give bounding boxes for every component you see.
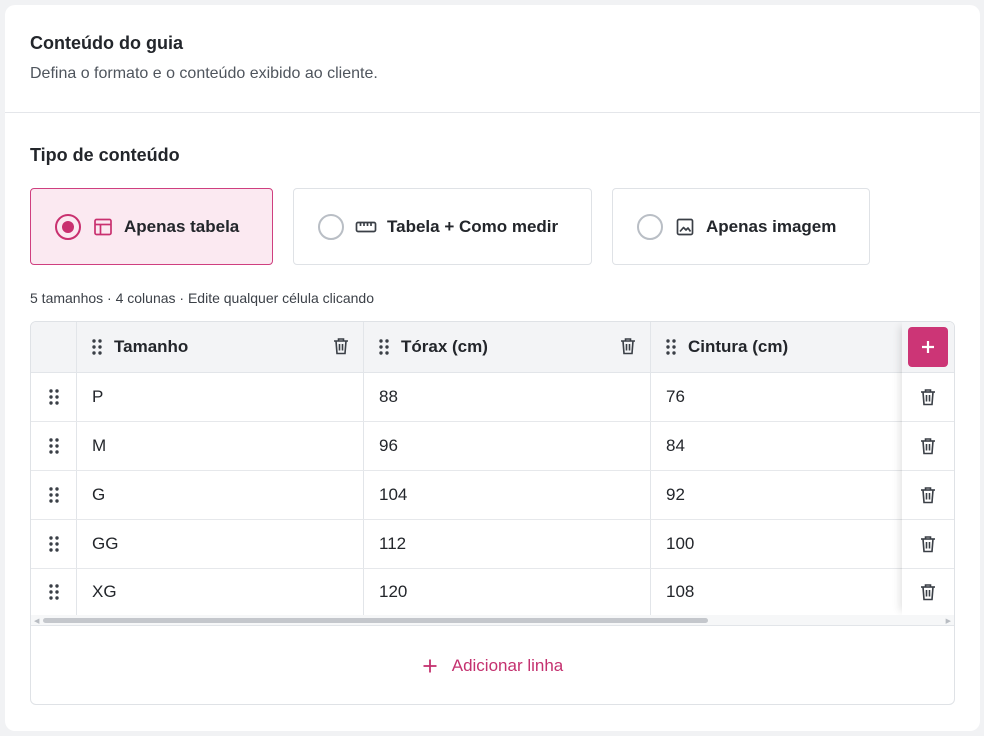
table-cell[interactable]: GG xyxy=(77,520,364,568)
option-image-only[interactable]: Apenas imagem xyxy=(612,188,870,265)
cell-value: 88 xyxy=(379,387,398,406)
cell-value: 92 xyxy=(666,485,685,504)
content-guide-card: Conteúdo do guia Defina o formato e o co… xyxy=(5,5,980,731)
add-row-label: Adicionar linha xyxy=(451,656,564,675)
column-header-label: Tamanho xyxy=(114,337,189,356)
table-info: 5 tamanhos · 4 colunas · Edite qualquer … xyxy=(30,290,374,306)
trash-icon xyxy=(921,536,935,553)
card-title: Conteúdo do guia xyxy=(30,33,183,53)
drag-handle-icon xyxy=(48,487,59,503)
table-cell[interactable]: XG xyxy=(77,569,364,615)
row-drag-handle[interactable] xyxy=(31,520,77,568)
trash-icon[interactable] xyxy=(620,337,636,355)
cell-value: M xyxy=(92,436,107,455)
table-row: M 96 84 xyxy=(31,422,954,471)
delete-row-button[interactable] xyxy=(902,520,954,569)
plus-icon xyxy=(423,659,437,673)
add-row-button[interactable]: Adicionar linha xyxy=(31,627,954,704)
row-drag-handle[interactable] xyxy=(31,373,77,421)
option-label: Apenas tabela xyxy=(124,216,240,236)
row-drag-handle[interactable] xyxy=(31,471,77,519)
option-label: Tabela + Como medir xyxy=(387,216,559,236)
option-table-how-to-measure[interactable]: Tabela + Como medir xyxy=(293,188,592,265)
cell-value: 96 xyxy=(379,436,398,455)
add-column-button[interactable] xyxy=(908,327,948,367)
radio-unselected[interactable] xyxy=(637,213,663,240)
drag-handle-icon xyxy=(48,438,59,454)
table-row: G 104 92 xyxy=(31,471,954,520)
table-cell[interactable]: 96 xyxy=(364,422,651,470)
option-table-only[interactable]: Apenas tabela xyxy=(30,188,273,265)
drag-handle-icon xyxy=(48,584,59,600)
table-header-row: Tamanho Tórax (cm) Cintura (cm) xyxy=(31,322,954,373)
table-row: P 88 76 xyxy=(31,373,954,422)
cell-value: G xyxy=(92,485,106,504)
option-label: Apenas imagem xyxy=(706,216,837,236)
table-cell[interactable]: G xyxy=(77,471,364,519)
cell-value: GG xyxy=(92,534,119,553)
cell-value: 104 xyxy=(379,485,408,504)
trash-icon xyxy=(921,584,935,601)
size-table: Tamanho Tórax (cm) Cintura (cm) P 88 76 … xyxy=(30,321,955,705)
table-cell[interactable]: P xyxy=(77,373,364,421)
table-row: XG 120 108 xyxy=(31,569,954,615)
cell-value: 76 xyxy=(666,387,685,406)
cell-value: 120 xyxy=(379,582,408,601)
table-cell[interactable]: 104 xyxy=(364,471,651,519)
radio-unselected[interactable] xyxy=(318,213,344,240)
column-header-chest[interactable]: Tórax (cm) xyxy=(364,322,651,372)
header-drag-spacer xyxy=(31,322,77,372)
content-type-title: Tipo de conteúdo xyxy=(30,145,180,165)
table-cell[interactable]: 88 xyxy=(364,373,651,421)
cell-value: 112 xyxy=(379,534,407,553)
column-header-size[interactable]: Tamanho xyxy=(77,322,364,372)
delete-row-button[interactable] xyxy=(902,373,954,422)
drag-handle-icon[interactable] xyxy=(379,339,389,355)
ruler-icon xyxy=(355,216,377,238)
card-subtitle: Defina o formato e o conteúdo exibido ao… xyxy=(30,65,378,82)
row-actions-column xyxy=(902,322,954,615)
drag-handle-icon[interactable] xyxy=(92,339,102,355)
drag-handle-icon[interactable] xyxy=(666,339,676,355)
scrollbar-thumb[interactable] xyxy=(43,618,708,623)
cell-value: XG xyxy=(92,582,117,601)
drag-handle-icon xyxy=(48,389,59,405)
table-icon xyxy=(92,216,114,238)
cell-value: 100 xyxy=(666,534,695,553)
delete-row-button[interactable] xyxy=(902,471,954,520)
drag-handle-icon xyxy=(48,536,59,552)
card-header: Conteúdo do guia Defina o formato e o co… xyxy=(5,5,980,113)
row-actions-header xyxy=(902,322,954,373)
plus-icon xyxy=(922,341,934,353)
column-header-label: Cintura (cm) xyxy=(688,337,789,356)
radio-selected[interactable] xyxy=(55,213,81,240)
trash-icon xyxy=(921,487,935,504)
horizontal-scrollbar[interactable]: ◀ ▶ xyxy=(31,615,954,626)
row-drag-handle[interactable] xyxy=(31,422,77,470)
table-cell[interactable]: 120 xyxy=(364,569,651,615)
trash-icon[interactable] xyxy=(333,337,349,355)
row-drag-handle[interactable] xyxy=(31,569,77,615)
delete-row-button[interactable] xyxy=(902,569,954,615)
trash-icon xyxy=(921,438,935,455)
scroll-right-icon[interactable]: ▶ xyxy=(946,617,951,625)
trash-icon xyxy=(921,389,935,406)
table-grid: Tamanho Tórax (cm) Cintura (cm) P 88 76 … xyxy=(31,322,954,615)
cell-value: 108 xyxy=(666,582,695,601)
cell-value: P xyxy=(92,387,104,406)
table-cell[interactable]: M xyxy=(77,422,364,470)
table-row: GG 112 100 xyxy=(31,520,954,569)
column-header-label: Tórax (cm) xyxy=(401,337,488,356)
cell-value: 84 xyxy=(666,436,685,455)
scroll-left-icon[interactable]: ◀ xyxy=(34,617,39,625)
table-cell[interactable]: 112 xyxy=(364,520,651,568)
delete-row-button[interactable] xyxy=(902,422,954,471)
image-icon xyxy=(674,216,696,238)
